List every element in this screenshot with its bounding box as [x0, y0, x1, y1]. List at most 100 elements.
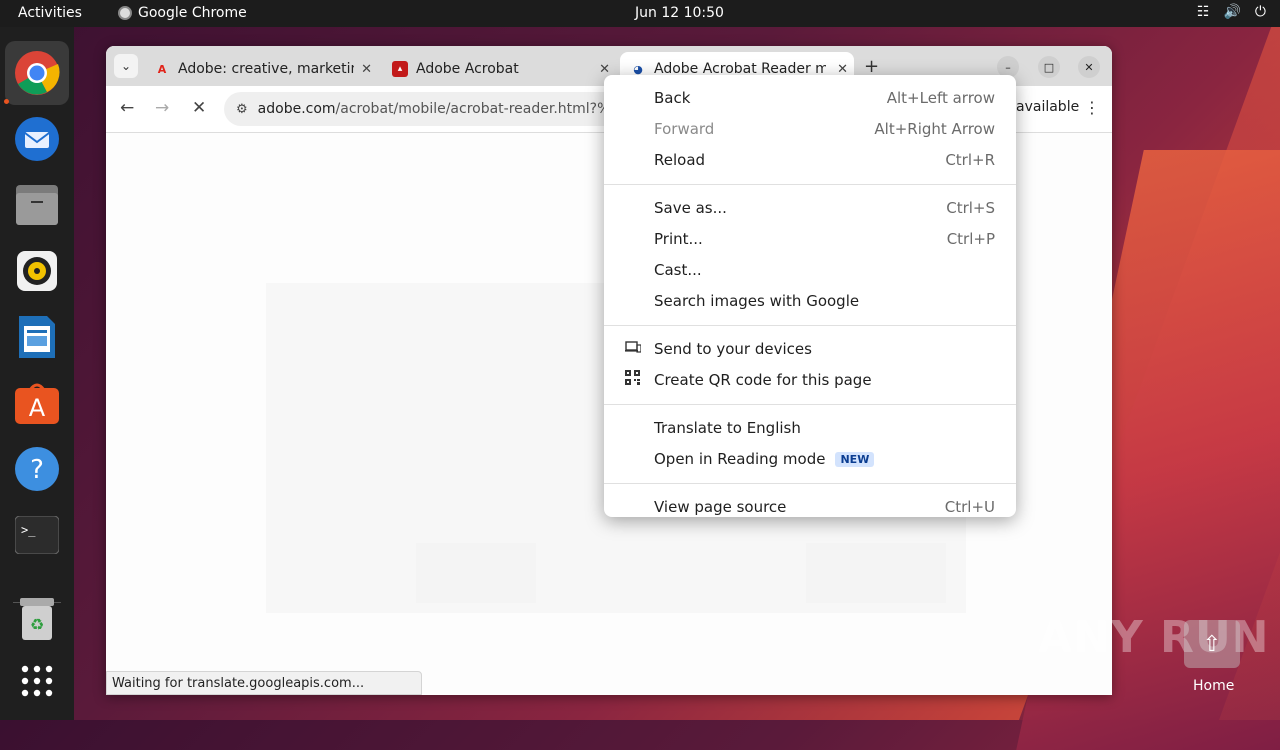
activities-button[interactable]: Activities: [18, 5, 82, 21]
dock-writer[interactable]: [5, 305, 69, 369]
tab-search-button[interactable]: ⌄: [114, 54, 138, 78]
menu-item-create-qr[interactable]: Create QR code for this page: [604, 364, 1016, 395]
tab-label: Adobe Acrobat: [416, 61, 519, 77]
menu-item-search-images[interactable]: Search images with Google: [604, 285, 1016, 316]
dock-files[interactable]: [5, 173, 69, 237]
app-center-icon: A: [15, 383, 59, 424]
network-icon: ☷: [1196, 4, 1210, 20]
more-menu-icon[interactable]: ⋮: [1084, 98, 1100, 117]
menu-item-reload[interactable]: Reload Ctrl+R: [604, 144, 1016, 175]
devices-icon: [625, 340, 642, 357]
menu-item-label: Create QR code for this page: [654, 370, 872, 389]
dock-help[interactable]: ?: [5, 437, 69, 501]
close-window-button[interactable]: ✕: [1078, 56, 1100, 78]
power-icon: ⏻: [1254, 4, 1266, 20]
minimize-icon: –: [1005, 60, 1011, 74]
menu-item-print[interactable]: Print... Ctrl+P: [604, 223, 1016, 254]
new-tab-button[interactable]: +: [864, 56, 879, 77]
menu-item-shortcut: Alt+Right Arrow: [874, 119, 995, 138]
menu-item-label: Cast...: [654, 260, 702, 279]
dock: A ? >_ ♻: [0, 27, 74, 720]
close-tab-icon[interactable]: ✕: [599, 62, 610, 77]
dock-thunderbird[interactable]: [5, 107, 69, 171]
tab-adobe-creative[interactable]: A Adobe: creative, marketing ✕: [144, 52, 378, 86]
menu-item-shortcut: Ctrl+S: [946, 198, 995, 217]
close-icon: ✕: [1084, 60, 1094, 74]
menu-item-reading-mode[interactable]: Open in Reading mode NEW: [604, 443, 1016, 474]
new-badge: NEW: [835, 451, 875, 467]
loading-placeholder: [416, 543, 536, 603]
maximize-icon: □: [1043, 60, 1055, 74]
menu-item-shortcut: Ctrl+U: [944, 497, 995, 516]
update-available-label[interactable]: available: [1016, 99, 1079, 115]
dock-terminal[interactable]: >_: [5, 503, 69, 567]
menu-item-label: Send to your devices: [654, 339, 812, 358]
menu-item-label: Search images with Google: [654, 291, 860, 310]
menu-item-label: View page source: [654, 497, 787, 516]
rhythmbox-icon: [17, 251, 57, 291]
menu-item-label: Forward: [654, 119, 715, 138]
svg-text:?: ?: [30, 455, 44, 485]
clock[interactable]: Jun 12 10:50: [635, 5, 724, 21]
forward-button[interactable]: →: [155, 98, 169, 118]
help-icon: ?: [15, 447, 59, 491]
menu-item-label-wrap: Open in Reading mode NEW: [654, 450, 875, 468]
files-icon: [16, 185, 58, 225]
menu-item-translate[interactable]: Translate to English: [604, 412, 1016, 443]
home-folder-label: Home: [1193, 678, 1235, 694]
address-bar[interactable]: ⚙ adobe.com/acrobat/mobile/acrobat-reade…: [224, 92, 614, 126]
app-menu[interactable]: Google Chrome: [118, 5, 247, 21]
menu-item-back[interactable]: Back Alt+Left arrow: [604, 82, 1016, 113]
status-bar: Waiting for translate.googleapis.com...: [106, 671, 422, 695]
menu-item-save-as[interactable]: Save as... Ctrl+S: [604, 192, 1016, 223]
acrobat-icon: ▴: [392, 61, 408, 77]
app-grid-icon: [21, 665, 53, 697]
url-host: adobe.com: [257, 101, 336, 117]
context-menu: Back Alt+Left arrow Forward Alt+Right Ar…: [604, 75, 1016, 517]
svg-text:♻: ♻: [30, 615, 44, 634]
chrome-icon: [118, 6, 132, 20]
menu-item-label: Print...: [654, 229, 703, 248]
thunderbird-icon: [15, 117, 59, 161]
tab-label: Adobe: creative, marketing: [178, 61, 354, 77]
svg-text:A: A: [29, 394, 46, 422]
menu-item-label: Translate to English: [654, 418, 801, 437]
menu-item-label: Save as...: [654, 198, 727, 217]
menu-item-shortcut: Alt+Left arrow: [886, 88, 995, 107]
menu-separator: [604, 325, 1016, 326]
chevron-down-icon: ⌄: [120, 59, 132, 73]
menu-separator: [604, 404, 1016, 405]
adobe-logo-icon: A: [157, 62, 167, 76]
back-button[interactable]: ←: [120, 98, 134, 118]
running-indicator: [4, 99, 9, 104]
site-info-icon[interactable]: ⚙: [236, 102, 248, 117]
maximize-button[interactable]: □: [1038, 56, 1060, 78]
dock-chrome[interactable]: [5, 41, 69, 105]
terminal-icon: >_: [15, 516, 59, 554]
menu-item-view-source[interactable]: View page source Ctrl+U: [604, 491, 1016, 517]
menu-item-shortcut: Ctrl+R: [945, 150, 995, 169]
dock-rhythmbox[interactable]: [5, 239, 69, 303]
menu-item-label: Reload: [654, 150, 706, 169]
dock-trash[interactable]: ♻: [5, 587, 69, 651]
app-name: Google Chrome: [138, 5, 247, 21]
tab-adobe-acrobat[interactable]: ▴ Adobe Acrobat ✕: [382, 52, 616, 86]
close-tab-icon[interactable]: ✕: [361, 62, 372, 77]
svg-text:>_: >_: [21, 523, 36, 537]
menu-separator: [604, 184, 1016, 185]
stop-loading-button[interactable]: ✕: [192, 98, 206, 118]
trash-icon: ♻: [20, 598, 54, 640]
menu-item-label: Back: [654, 88, 691, 107]
dock-app-center[interactable]: A: [5, 371, 69, 435]
top-bar: Activities Google Chrome Jun 12 10:50 ☷ …: [0, 0, 1280, 27]
writer-icon: [19, 316, 55, 358]
menu-item-cast[interactable]: Cast...: [604, 254, 1016, 285]
system-tray[interactable]: ☷ 🔊 ⏻: [1197, 4, 1266, 20]
menu-item-forward[interactable]: Forward Alt+Right Arrow: [604, 113, 1016, 144]
menu-item-send-to-devices[interactable]: Send to your devices: [604, 333, 1016, 364]
menu-item-shortcut: Ctrl+P: [946, 229, 995, 248]
url-path: /acrobat/mobile/acrobat-reader.html?%24v: [335, 101, 614, 117]
home-folder-icon[interactable]: ⇧: [1184, 620, 1240, 668]
qr-code-icon: [625, 370, 640, 389]
dock-app-grid[interactable]: [5, 649, 69, 713]
